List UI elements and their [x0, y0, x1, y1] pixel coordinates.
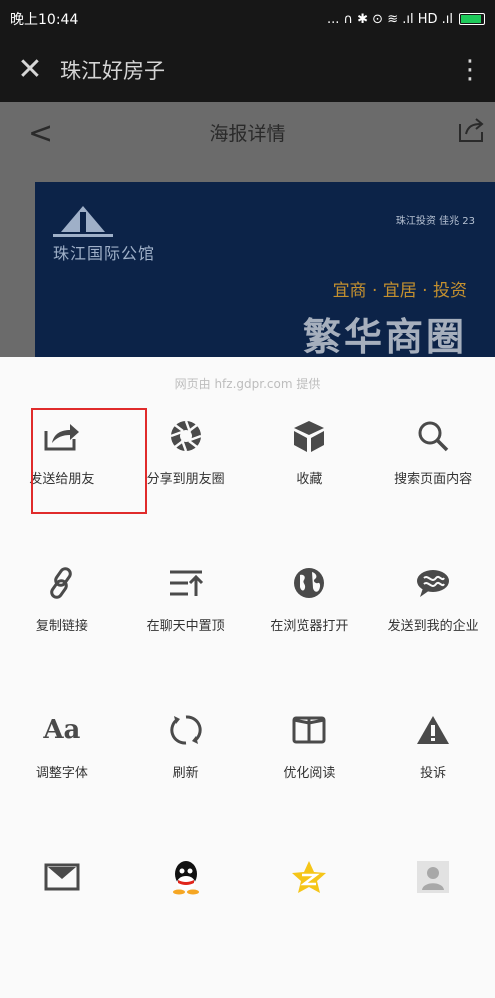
action-refresh[interactable]: 刷新 [124, 704, 248, 851]
qq-icon [166, 857, 206, 897]
browser-globe-icon [289, 563, 329, 603]
action-send-enterprise[interactable]: 发送到我的企业 [371, 557, 495, 704]
status-bar: 晚上10:44 ... ∩ ✱ ⊙ ≋ .ıl HD .ıl [0, 0, 495, 38]
action-mail[interactable] [0, 851, 124, 998]
font-size-icon: Aa [43, 715, 81, 745]
status-indicators: ... ∩ ✱ ⊙ ≋ .ıl HD .ıl [327, 12, 485, 27]
action-favorite[interactable]: 收藏 [248, 410, 372, 557]
action-label: 投诉 [420, 766, 447, 781]
action-label: 刷新 [172, 766, 199, 781]
action-label: 优化阅读 [283, 766, 336, 781]
action-label: 搜索页面内容 [394, 472, 473, 487]
action-report[interactable]: 投诉 [371, 704, 495, 851]
warning-icon [413, 710, 453, 750]
reader-book-icon [289, 710, 329, 750]
more-vertical-icon[interactable]: ⋮ [445, 55, 495, 85]
action-label: 发送到我的企业 [387, 619, 479, 634]
action-row [0, 851, 495, 998]
contact-avatar-icon [413, 857, 453, 897]
action-label: 调整字体 [35, 766, 88, 781]
action-label: 在聊天中置顶 [146, 619, 225, 634]
action-contact[interactable] [371, 851, 495, 998]
logo-text: 珠江国际公馆 [53, 244, 156, 263]
brand-logos: 珠江投资 佳兆 23 [395, 216, 475, 227]
action-font-size[interactable]: Aa 调整字体 [0, 704, 124, 851]
action-qzone[interactable] [248, 851, 372, 998]
action-search-page[interactable]: 搜索页面内容 [371, 410, 495, 557]
search-icon [413, 416, 453, 456]
refresh-icon [166, 710, 206, 750]
status-time: 晚上10:44 [10, 12, 79, 28]
moments-icon [166, 416, 206, 456]
battery-icon [459, 13, 485, 25]
provider-text: 网页由 hfz.gdpr.com 提供 [174, 377, 321, 391]
action-row: Aa 调整字体 刷新 优化阅读 投诉 [0, 704, 495, 851]
status-icons: ... ∩ ✱ ⊙ ≋ .ıl HD .ıl [326, 11, 453, 27]
page-nav: < 海报详情 [0, 102, 495, 162]
action-optimize-reading[interactable]: 优化阅读 [248, 704, 372, 851]
action-label: 复制链接 [35, 619, 88, 634]
qzone-star-icon [289, 857, 329, 897]
action-label: 分享到朋友圈 [146, 472, 225, 487]
pin-to-top-icon [166, 563, 206, 603]
link-icon [42, 563, 82, 603]
webpage-content: < 海报详情 珠江国际公馆 珠江投资 佳兆 23 宜商 · 宜居 · 投资 繁华… [0, 102, 495, 357]
poster-banner: 珠江国际公馆 珠江投资 佳兆 23 宜商 · 宜居 · 投资 繁华商圈 [35, 182, 495, 357]
action-row: 复制链接 在聊天中置顶 在浏览器打开 发送到我的企业 [0, 557, 495, 704]
action-copy-link[interactable]: 复制链接 [0, 557, 124, 704]
close-icon[interactable]: ✕ [0, 55, 60, 85]
action-label: 收藏 [296, 472, 323, 487]
action-qq[interactable] [124, 851, 248, 998]
enterprise-chat-icon [413, 563, 453, 603]
building-logo [53, 206, 113, 237]
back-icon[interactable]: < [28, 116, 53, 151]
mail-icon [42, 857, 82, 897]
action-label: 在浏览器打开 [270, 619, 349, 634]
action-open-browser[interactable]: 在浏览器打开 [248, 557, 372, 704]
page-title: 海报详情 [209, 122, 286, 145]
action-pin-top[interactable]: 在聊天中置顶 [124, 557, 248, 704]
top-bar: ✕ 珠江好房子 ⋮ [0, 38, 495, 102]
banner-slogan: 宜商 · 宜居 · 投资 [332, 281, 467, 301]
banner-headline: 繁华商圈 [302, 315, 467, 357]
share-icon[interactable] [457, 116, 485, 144]
highlight-box [31, 408, 147, 514]
favorite-cube-icon [289, 416, 329, 456]
top-bar-title: 珠江好房子 [60, 59, 165, 83]
